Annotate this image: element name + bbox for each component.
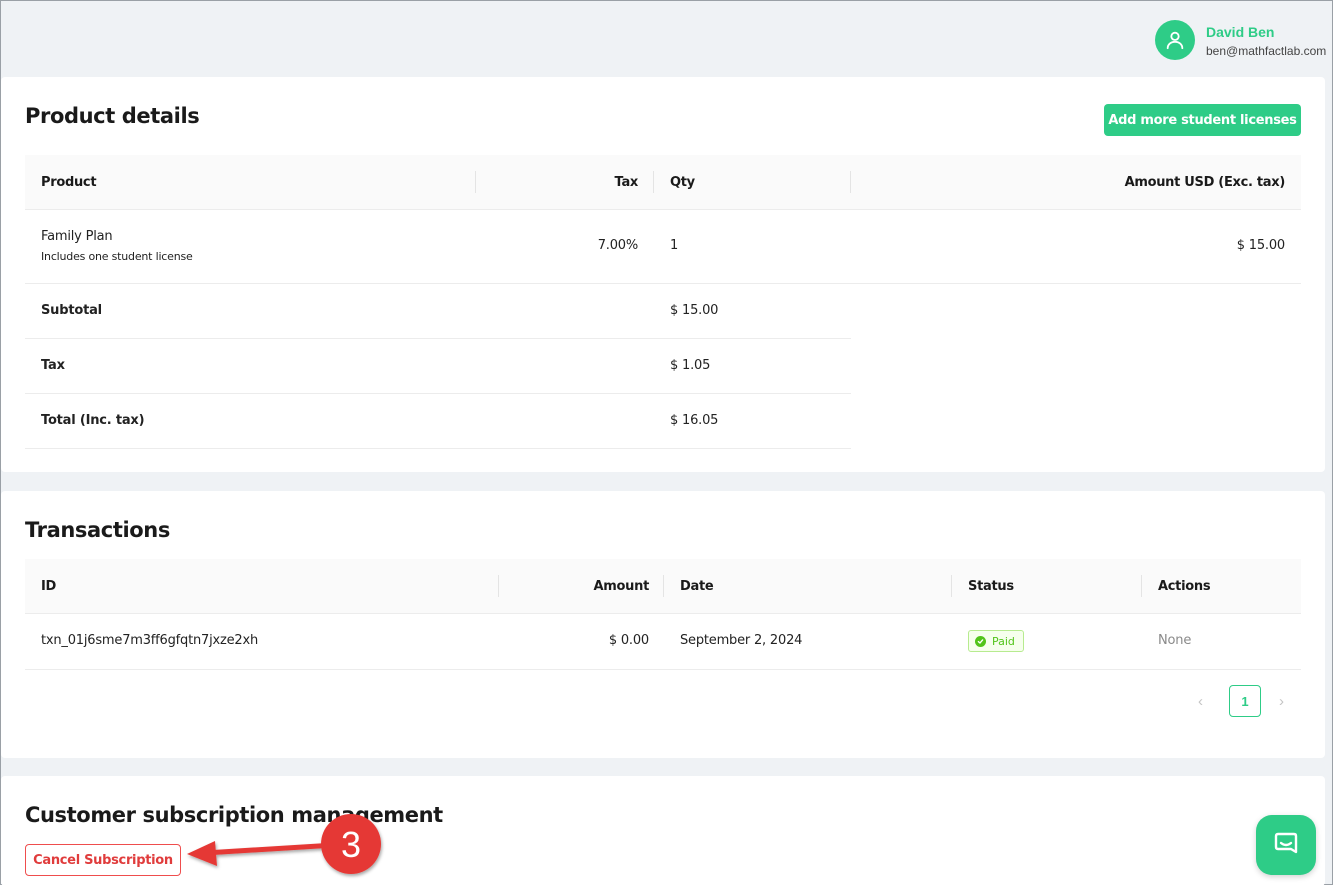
column-qty: Qty	[670, 175, 695, 190]
user-profile[interactable]: David Ben ben@mathfactlab.com	[1155, 20, 1326, 60]
transactions-title: Transactions	[25, 518, 170, 542]
column-tax: Tax	[614, 175, 639, 190]
user-name: David Ben	[1206, 23, 1275, 40]
column-product: Product	[41, 175, 97, 190]
product-tax: 7.00%	[597, 238, 639, 253]
cancel-subscription-button[interactable]: Cancel Subscription	[25, 844, 181, 876]
column-id: ID	[41, 579, 57, 594]
chat-bubble-icon	[1274, 832, 1298, 854]
transactions-table-header: ID Amount Date Status Actions	[25, 559, 1301, 614]
product-amount: $ 15.00	[1236, 238, 1285, 253]
summary-row-tax: Tax $ 1.05	[25, 339, 851, 394]
tax-label: Tax	[41, 358, 65, 373]
product-description: Includes one student license	[41, 250, 193, 263]
table-row: txn_01j6sme7m3ff6gfqtn7jxze2xh $ 0.00 Se…	[25, 614, 1301, 670]
product-details-card: Product details Add more student license…	[1, 77, 1325, 472]
annotation-step-number: 3	[341, 824, 361, 865]
product-row: Family Plan Includes one student license…	[25, 210, 1301, 284]
product-name: Family Plan	[41, 229, 113, 244]
top-bar: David Ben ben@mathfactlab.com	[1, 1, 1332, 77]
pagination-page-1[interactable]: 1	[1229, 685, 1261, 717]
transactions-card: Transactions ID Amount Date Status Actio…	[1, 491, 1325, 758]
transaction-id: txn_01j6sme7m3ff6gfqtn7jxze2xh	[41, 633, 259, 648]
user-avatar-icon[interactable]	[1155, 20, 1195, 60]
column-date: Date	[680, 579, 714, 594]
subtotal-label: Subtotal	[41, 303, 102, 318]
column-actions: Actions	[1158, 579, 1211, 594]
column-amount: Amount	[593, 579, 650, 594]
transaction-amount: $ 0.00	[608, 633, 649, 648]
annotation-arrow-icon: 3	[187, 814, 381, 874]
check-circle-icon	[975, 635, 986, 647]
column-status: Status	[968, 579, 1014, 594]
add-student-licenses-button[interactable]: Add more student licenses	[1104, 104, 1301, 136]
chevron-right-icon[interactable]: ›	[1279, 693, 1284, 710]
status-text: Paid	[992, 634, 1015, 648]
status-badge: Paid	[968, 630, 1024, 652]
user-email: ben@mathfactlab.com	[1206, 43, 1327, 58]
subtotal-value: $ 15.00	[670, 303, 719, 318]
summary-row-subtotal: Subtotal $ 15.00	[25, 284, 851, 339]
chat-button[interactable]	[1256, 815, 1316, 875]
chevron-left-icon[interactable]: ‹	[1198, 693, 1203, 710]
transaction-actions: None	[1158, 633, 1192, 648]
total-value: $ 16.05	[670, 413, 719, 428]
product-qty: 1	[670, 238, 679, 253]
product-table-header: Product Tax Qty Amount USD (Exc. tax)	[25, 155, 1301, 210]
total-label: Total (Inc. tax)	[41, 413, 145, 428]
product-details-title: Product details	[25, 104, 200, 128]
summary-row-total: Total (Inc. tax) $ 16.05	[25, 394, 851, 449]
transaction-date: September 2, 2024	[680, 633, 803, 648]
column-amount: Amount USD (Exc. tax)	[1124, 175, 1286, 190]
tax-value: $ 1.05	[670, 358, 711, 373]
